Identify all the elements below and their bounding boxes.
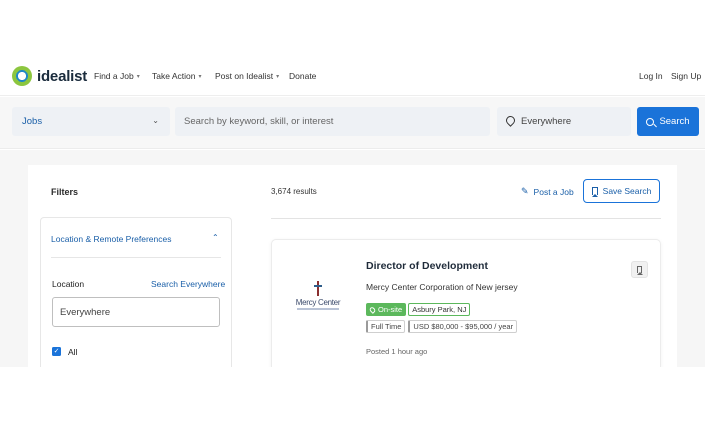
chevron-up-icon[interactable]: ⌃ (212, 233, 219, 242)
location-search-value: Everywhere (521, 116, 572, 127)
job-title[interactable]: Director of Development (366, 260, 488, 272)
checkmark-icon: ✓ (53, 348, 60, 355)
signup-link[interactable]: Sign Up (671, 71, 701, 81)
save-job-button[interactable] (631, 261, 648, 278)
bookmark-icon (637, 266, 643, 275)
login-link[interactable]: Log In (639, 71, 663, 81)
bookmark-icon (591, 187, 598, 197)
location-label: Location (52, 279, 85, 289)
top-navigation: idealist Find a Job ▾ Take Action ▾ Post… (0, 58, 705, 96)
location-filter-input[interactable] (52, 297, 220, 327)
brand-logo[interactable]: idealist (12, 66, 87, 86)
nav-post-on-idealist-label: Post on Idealist (215, 71, 274, 81)
save-search-button[interactable]: Save Search (583, 179, 660, 203)
results-count: 3,674 results (271, 187, 317, 196)
onsite-badge: On-site (366, 303, 407, 316)
search-button-label: Search (659, 116, 690, 127)
chevron-down-icon: ▾ (136, 73, 140, 80)
salary-badge: USD $80,000 - $95,000 / year (408, 320, 518, 333)
nav-donate[interactable]: Donate (289, 71, 316, 81)
all-checkbox[interactable]: ✓ (52, 347, 61, 356)
divider (271, 218, 661, 219)
category-select-value: Jobs (22, 116, 43, 127)
edit-icon: ✎ (521, 186, 529, 196)
org-logo-text: Mercy Center (295, 298, 341, 307)
category-select[interactable]: Jobs ⌄ (12, 107, 170, 136)
search-button[interactable]: Search (637, 107, 699, 136)
nav-take-action-label: Take Action (152, 71, 196, 81)
org-name[interactable]: Mercy Center Corporation of New jersey (366, 282, 518, 292)
job-tags-location: On-site Asbury Park, NJ (366, 303, 471, 316)
post-a-job-label: Post a Job (533, 186, 574, 197)
cross-icon (314, 281, 322, 296)
idealist-job-search-page: idealist Find a Job ▾ Take Action ▾ Post… (0, 0, 705, 427)
location-search-input[interactable]: Everywhere (497, 107, 631, 136)
save-search-label: Save Search (602, 186, 652, 196)
nav-find-a-job-label: Find a Job (94, 71, 134, 81)
search-icon (646, 117, 655, 126)
job-tags-details: Full Time USD $80,000 - $95,000 / year (366, 320, 518, 333)
map-pin-icon (368, 305, 377, 314)
location-badge: Asbury Park, NJ (408, 303, 471, 316)
all-checkbox-label: All (68, 347, 78, 357)
filters-heading: Filters (51, 187, 79, 197)
nav-find-a-job[interactable]: Find a Job ▾ (94, 71, 140, 81)
chevron-down-icon: ⌄ (152, 116, 159, 125)
nav-post-on-idealist[interactable]: Post on Idealist ▾ (215, 71, 279, 81)
chevron-down-icon: ▾ (276, 73, 280, 80)
org-logo-tagline (297, 308, 339, 310)
location-remote-preferences-toggle[interactable]: Location & Remote Preferences (51, 234, 171, 244)
divider (51, 257, 221, 258)
search-bar: Jobs ⌄ Everywhere Search (0, 97, 705, 149)
chevron-down-icon: ▾ (198, 73, 202, 80)
map-pin-icon (505, 116, 515, 128)
search-everywhere-link[interactable]: Search Everywhere (151, 279, 225, 289)
job-type-badge: Full Time (366, 320, 406, 333)
org-logo[interactable]: Mercy Center (293, 281, 343, 315)
post-a-job-link[interactable]: ✎ Post a Job (521, 186, 574, 197)
page-footer-area (0, 367, 705, 427)
brand-name: idealist (37, 67, 88, 85)
nav-donate-label: Donate (289, 71, 317, 81)
keyword-search-input[interactable] (175, 107, 490, 136)
onsite-label: On-site (378, 305, 403, 314)
nav-take-action[interactable]: Take Action ▾ (152, 71, 202, 81)
idealist-logo-icon (12, 66, 32, 86)
posted-time: Posted 1 hour ago (366, 347, 428, 356)
